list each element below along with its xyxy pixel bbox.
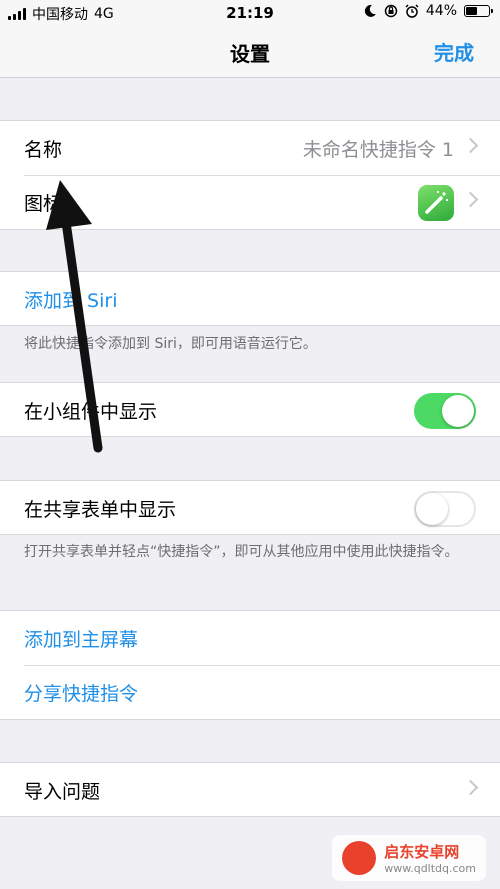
watermark-url: www.qdltdq.com: [384, 862, 476, 875]
siri-footer: 将此快捷指令添加到 Siri，即可用语音运行它。: [24, 336, 317, 352]
battery-percent: 44%: [425, 3, 457, 19]
nav-bar: 设置 完成: [0, 26, 500, 78]
rotation-lock-icon: [384, 4, 398, 18]
status-bar: 中国移动 4G 21:19 44%: [0, 0, 500, 26]
name-label: 名称: [24, 139, 63, 161]
share-sheet-row: 在共享表单中显示: [0, 481, 500, 535]
battery-icon: [464, 5, 493, 17]
widget-row: 在小组件中显示: [0, 383, 500, 437]
chevron-right-icon: [462, 779, 479, 796]
watermark-logo-icon: [342, 841, 377, 875]
name-row[interactable]: 名称 未命名快捷指令 1: [0, 121, 500, 175]
siri-group: 添加到 Siri: [0, 271, 500, 326]
import-questions-row[interactable]: 导入问题: [0, 763, 500, 817]
import-questions-label: 导入问题: [24, 781, 101, 803]
share-sheet-group: 在共享表单中显示: [0, 480, 500, 535]
add-to-siri-row[interactable]: 添加到 Siri: [0, 272, 500, 326]
watermark: 启东安卓网 www.qdltdq.com: [332, 835, 486, 881]
add-to-home-button[interactable]: 添加到主屏幕: [24, 625, 138, 652]
share-sheet-toggle[interactable]: [414, 491, 476, 527]
watermark-name: 启东安卓网: [384, 843, 460, 861]
page-title: 设置: [230, 42, 270, 66]
name-icon-group: 名称 未命名快捷指令 1 图标: [0, 120, 500, 230]
add-to-siri-button[interactable]: 添加到 Siri: [24, 286, 117, 313]
share-sheet-label: 在共享表单中显示: [24, 499, 177, 521]
share-sheet-footer: 打开共享表单并轻点“快捷指令”，即可从其他应用中使用此快捷指令。: [24, 544, 459, 560]
icon-label: 图标: [24, 193, 63, 215]
share-shortcut-row[interactable]: 分享快捷指令: [0, 665, 500, 719]
chevron-right-icon: [462, 191, 479, 208]
done-button[interactable]: 完成: [434, 37, 474, 66]
share-shortcut-button[interactable]: 分享快捷指令: [24, 679, 138, 706]
add-home-row[interactable]: 添加到主屏幕: [0, 611, 500, 665]
chevron-right-icon: [462, 137, 479, 154]
status-right: 44%: [363, 3, 493, 19]
widget-toggle[interactable]: [414, 393, 476, 429]
alarm-icon: [405, 4, 419, 18]
widget-label: 在小组件中显示: [24, 401, 158, 423]
icon-row[interactable]: 图标: [0, 175, 500, 229]
name-value: 未命名快捷指令 1: [302, 139, 454, 161]
actions-group: 添加到主屏幕 分享快捷指令: [0, 610, 500, 720]
magic-wand-icon: [418, 185, 454, 221]
widget-group: 在小组件中显示: [0, 382, 500, 437]
moon-icon: [364, 4, 376, 17]
import-group: 导入问题: [0, 762, 500, 817]
